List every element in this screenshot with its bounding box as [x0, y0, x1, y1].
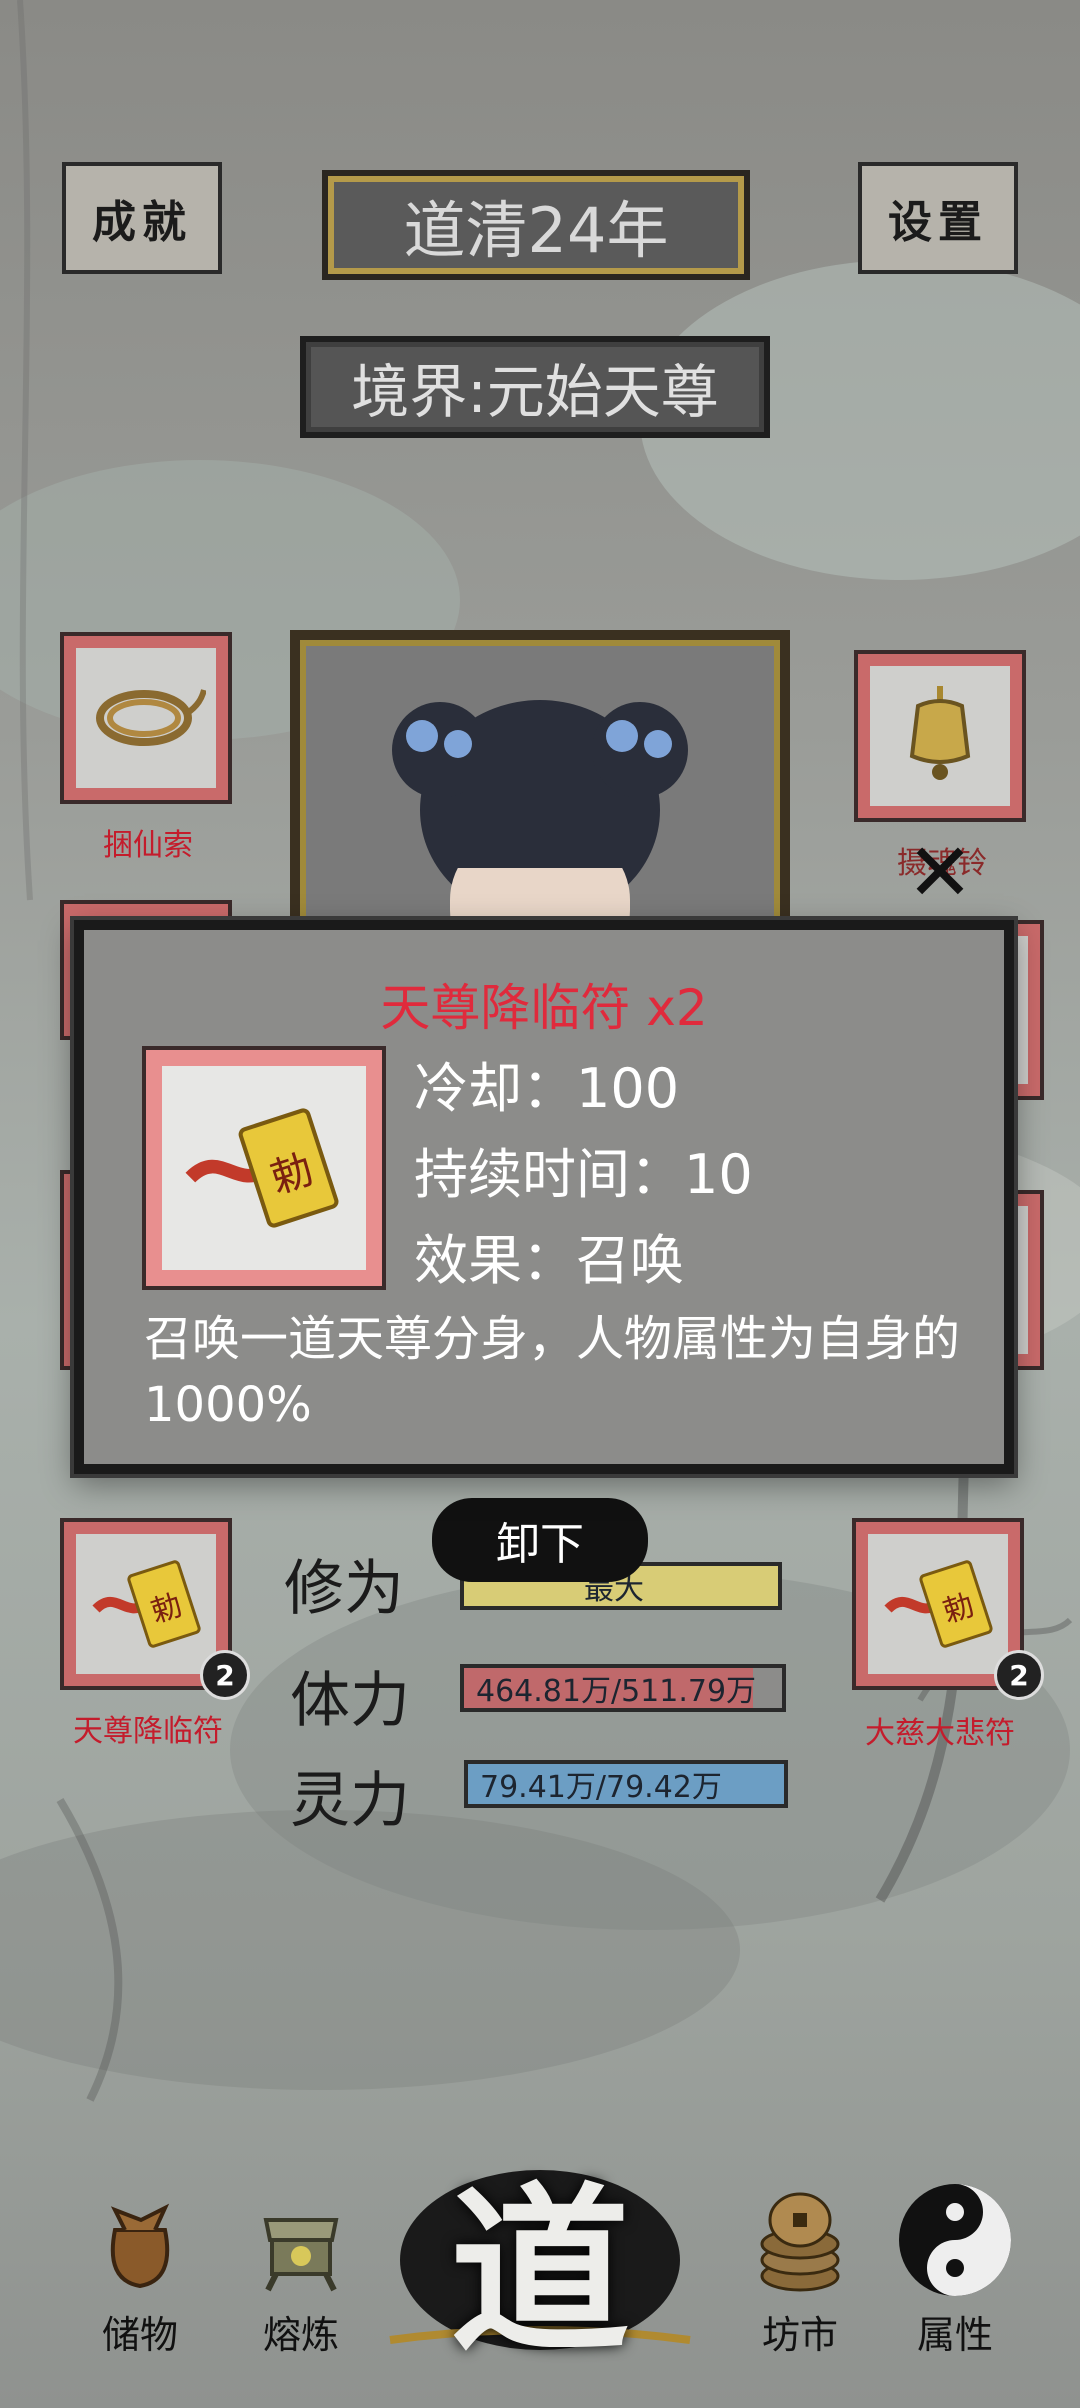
spirit-bar: 79.41万/79.42万	[464, 1760, 788, 1808]
bell-icon	[909, 686, 971, 780]
slot-label-top-left: 捆仙索	[103, 828, 193, 863]
spirit-label: 灵力	[290, 1766, 410, 1836]
coins-icon	[760, 2192, 840, 2292]
stamina-bar: 464.81万/511.79万	[460, 1664, 786, 1712]
talisman-icon: 勅	[884, 1560, 993, 1648]
nav-dao-button[interactable]: 道	[380, 2150, 700, 2377]
nav-market[interactable]: 坊市	[740, 2180, 860, 2359]
nav-smelt[interactable]: 熔炼	[236, 2190, 366, 2359]
nav-attributes[interactable]: 属性	[890, 2180, 1020, 2359]
nav-attributes-label: 属性	[916, 2313, 993, 2357]
yin-yang-icon	[899, 2184, 1011, 2296]
year-plaque: 道清24年	[322, 170, 750, 280]
unequip-label: 卸下	[496, 1519, 584, 1570]
year-text: 道清24年	[403, 194, 669, 267]
rope-icon	[96, 689, 206, 746]
realm-plaque: 境界:元始天尊	[300, 336, 770, 438]
talisman-icon: 勅	[185, 1108, 339, 1228]
equip-slot-top-right[interactable]	[854, 650, 1026, 822]
item-count-badge: 2	[994, 1650, 1044, 1700]
cultivation-label: 修为	[284, 1554, 404, 1624]
popup-description: 召唤一道天尊分身，人物属性为自身的1000%	[144, 1311, 961, 1433]
stamina-value: 464.81万/511.79万	[476, 1674, 757, 1709]
close-icon[interactable]: ✕	[888, 824, 992, 920]
talisman-icon: 勅	[92, 1560, 201, 1648]
slot-label-bottom-right: 大慈大悲符	[865, 1716, 1015, 1751]
achievements-label: 成就	[92, 197, 192, 248]
cauldron-icon	[263, 2218, 339, 2292]
popup-effect: 效果：召唤	[414, 1229, 684, 1292]
spirit-value: 79.41万/79.42万	[480, 1770, 722, 1805]
slot-label-bottom-left: 天尊降临符	[73, 1714, 223, 1749]
nav-smelt-label: 熔炼	[262, 2313, 339, 2357]
popup-item-icon-frame: 勅	[142, 1046, 386, 1290]
pouch-icon	[110, 2203, 170, 2289]
popup-cooldown: 冷却：100	[414, 1057, 680, 1120]
nav-dao-label: 道	[449, 2165, 630, 2377]
nav-market-label: 坊市	[761, 2313, 838, 2357]
settings-button[interactable]: 设置	[858, 162, 1018, 274]
equip-slot-top-left[interactable]	[60, 632, 232, 804]
achievements-button[interactable]: 成就	[62, 162, 222, 274]
popup-title: 天尊降临符 x2	[380, 979, 708, 1037]
item-count-badge: 2	[200, 1650, 250, 1700]
nav-storage[interactable]: 储物	[80, 2190, 200, 2359]
stamina-label: 体力	[290, 1666, 410, 1736]
settings-label: 设置	[888, 197, 988, 248]
nav-storage-label: 储物	[101, 2313, 178, 2357]
unequip-button[interactable]: 卸下	[432, 1498, 648, 1582]
item-detail-popup: 天尊降临符 x2 勅 冷却：100 持续时间：10 效果：召唤 召唤一道天尊分身…	[74, 920, 1014, 1474]
realm-text: 境界:元始天尊	[351, 358, 719, 426]
popup-duration: 持续时间：10	[414, 1143, 753, 1206]
